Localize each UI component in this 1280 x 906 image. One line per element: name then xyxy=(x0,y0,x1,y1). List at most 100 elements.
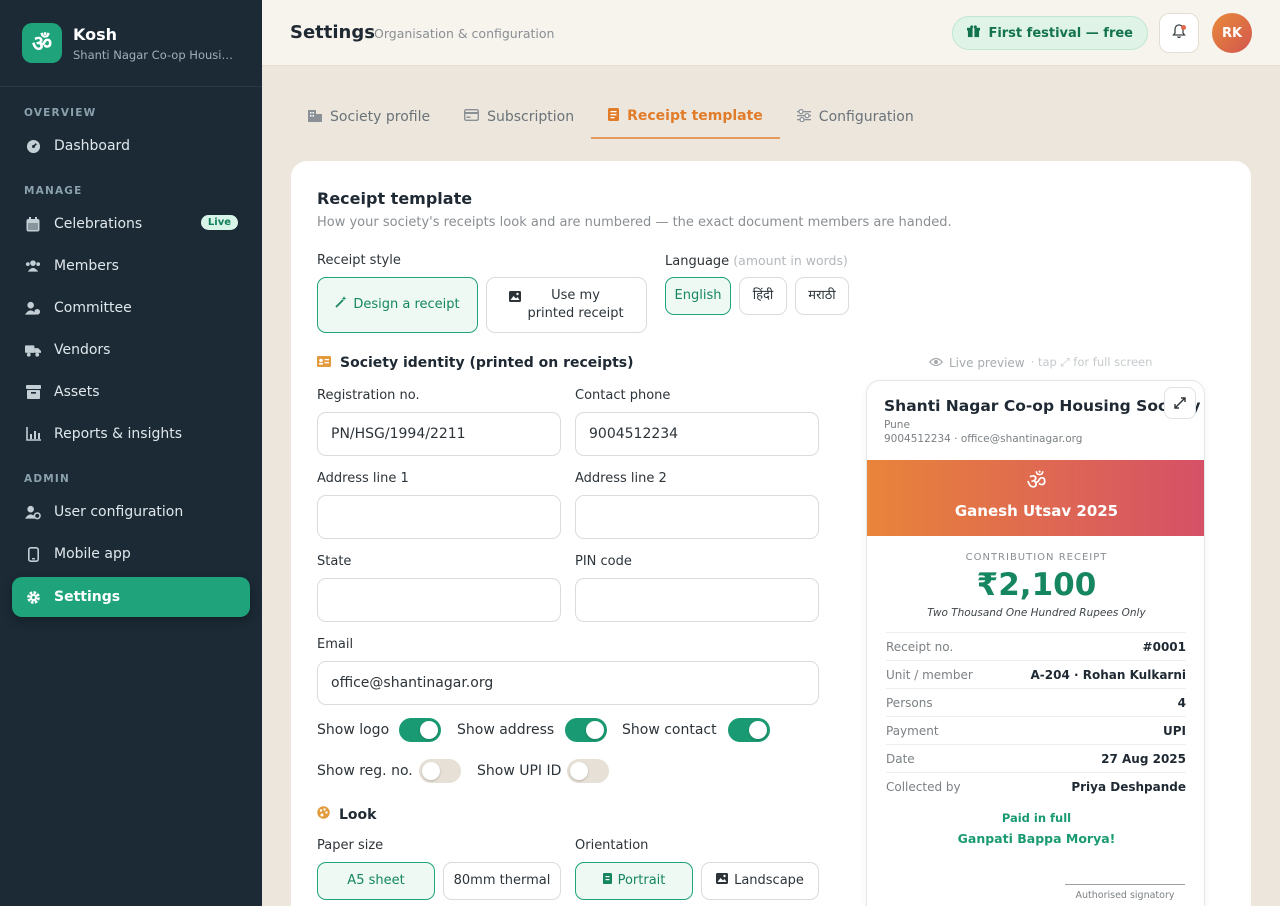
eye-icon xyxy=(928,356,944,370)
printed-receipt-option[interactable]: Use my printed receipt xyxy=(486,277,647,333)
brand[interactable]: ॐ Kosh Shanti Nagar Co-op Housin... xyxy=(22,23,233,63)
show-address-toggle[interactable] xyxy=(565,718,607,742)
sidebar-item-reports[interactable]: Reports & insights xyxy=(12,414,250,454)
registration-input[interactable]: PN/HSG/1994/2211 xyxy=(317,412,561,456)
fullscreen-button[interactable] xyxy=(1164,387,1196,419)
phone-icon xyxy=(25,546,41,562)
option-label: Landscape xyxy=(734,873,804,888)
email-input[interactable]: office@shantinagar.org xyxy=(317,661,819,705)
expand-icon xyxy=(1174,394,1186,413)
sidebar-item-members[interactable]: Members xyxy=(12,246,250,286)
contact-phone-label: Contact phone xyxy=(575,388,671,403)
magic-wand-icon xyxy=(335,296,347,314)
design-receipt-option[interactable]: Design a receipt xyxy=(317,277,478,333)
tab-label: Receipt template xyxy=(627,108,763,124)
image-icon xyxy=(509,290,521,308)
receipt-event-name: Ganesh Utsav 2025 xyxy=(954,502,1119,520)
sliders-icon xyxy=(796,108,811,126)
address-line-2-input[interactable] xyxy=(575,495,819,539)
language-english[interactable]: English xyxy=(665,277,731,315)
tab-receipt-template[interactable]: Receipt template xyxy=(591,95,780,139)
sidebar-item-mobile-app[interactable]: Mobile app xyxy=(12,534,250,574)
building-icon xyxy=(308,108,322,126)
receipt-icon xyxy=(608,107,620,125)
sidebar-item-label: Dashboard xyxy=(54,138,130,154)
language-hint: (amount in words) xyxy=(733,253,848,268)
receipt-amount-words: Two Thousand One Hundred Rupees Only xyxy=(927,607,1146,619)
sidebar-item-dashboard[interactable]: Dashboard xyxy=(12,126,250,166)
receipt-row: Receipt no. #0001 xyxy=(886,632,1186,660)
show-upi-id-toggle[interactable] xyxy=(567,759,609,783)
toggle-label: Show logo xyxy=(317,722,390,738)
sidebar-item-assets[interactable]: Assets xyxy=(12,372,250,412)
address-line-1-input[interactable] xyxy=(317,495,561,539)
receipt-template-card: Receipt template How your society's rece… xyxy=(291,161,1251,906)
paper-size-label: Paper size xyxy=(317,838,384,853)
sidebar-item-label: Committee xyxy=(54,300,132,316)
show-logo-toggle[interactable] xyxy=(399,718,441,742)
gift-icon xyxy=(967,24,981,42)
address-line-2-label: Address line 2 xyxy=(575,471,667,486)
live-badge: Live xyxy=(200,215,238,230)
receipt-preview[interactable]: Shanti Nagar Co-op Housing Society Pune … xyxy=(866,380,1205,906)
user-avatar[interactable]: RK xyxy=(1212,13,1252,53)
sidebar-item-settings[interactable]: Settings xyxy=(12,577,250,617)
top-header: Settings Organisation & configuration Fi… xyxy=(262,0,1280,66)
card-icon xyxy=(464,108,480,125)
orientation-label: Orientation xyxy=(575,838,649,853)
om-logo-icon: ॐ xyxy=(22,23,62,63)
show-reg-no-toggle[interactable] xyxy=(419,759,461,783)
email-label: Email xyxy=(317,637,354,652)
truck-icon xyxy=(25,342,41,358)
app-name: Kosh xyxy=(73,24,118,44)
promo-pill[interactable]: First festival — free xyxy=(952,16,1148,50)
paper-thermal-option[interactable]: 80mm thermal xyxy=(443,862,561,900)
notifications-button[interactable] xyxy=(1159,13,1199,53)
receipt-paid-status: Paid in full xyxy=(1001,811,1072,825)
show-contact-toggle[interactable] xyxy=(728,718,770,742)
contact-phone-input[interactable]: 9004512234 xyxy=(575,412,819,456)
sidebar-item-committee[interactable]: Committee xyxy=(12,288,250,328)
language-hindi[interactable]: हिंदी xyxy=(739,277,787,315)
live-preview-hint: Live preview · tap ⤢ for full screen xyxy=(928,355,1152,370)
orientation-portrait-option[interactable]: Portrait xyxy=(575,862,693,900)
receipt-row: Payment UPI xyxy=(886,716,1186,744)
tab-label: Subscription xyxy=(487,109,575,125)
receipt-row: Collected by Priya Deshpande xyxy=(886,772,1186,800)
sidebar-item-celebrations[interactable]: Celebrations Live xyxy=(12,204,250,244)
tab-configuration[interactable]: Configuration xyxy=(780,95,931,139)
tab-label: Configuration xyxy=(818,109,914,125)
committee-icon xyxy=(25,300,41,316)
sidebar-item-label: User configuration xyxy=(54,504,184,520)
receipt-amount: ₹2,100 xyxy=(976,567,1097,603)
language-marathi[interactable]: मराठी xyxy=(795,277,849,315)
nav-section-manage: MANAGE xyxy=(24,185,83,197)
user-gear-icon xyxy=(25,504,41,520)
registration-label: Registration no. xyxy=(317,388,420,403)
receipt-society-name: Shanti Nagar Co-op Housing Society xyxy=(884,397,1201,415)
om-symbol-icon: ॐ xyxy=(1026,470,1047,495)
look-heading: Look xyxy=(317,806,376,823)
sidebar-item-vendors[interactable]: Vendors xyxy=(12,330,250,370)
page-subtitle: Organisation & configuration xyxy=(374,26,555,41)
orientation-landscape-option[interactable]: Landscape xyxy=(701,862,819,900)
sidebar-divider xyxy=(0,86,262,87)
identity-heading: Society identity (printed on receipts) xyxy=(317,355,634,371)
page-title: Settings xyxy=(290,22,375,43)
promo-label: First festival — free xyxy=(988,25,1133,41)
tab-society-profile[interactable]: Society profile xyxy=(291,95,447,139)
org-name: Shanti Nagar Co-op Housin... xyxy=(73,47,233,62)
card-subtitle: How your society's receipts look and are… xyxy=(317,215,952,230)
paper-a5-option[interactable]: A5 sheet xyxy=(317,862,435,900)
sidebar-item-user-configuration[interactable]: User configuration xyxy=(12,492,250,532)
toggle-label: Show reg. no. xyxy=(317,763,413,779)
tab-label: Society profile xyxy=(330,109,431,125)
receipt-city: Pune xyxy=(884,419,910,431)
tab-subscription[interactable]: Subscription xyxy=(447,95,591,139)
pin-code-input[interactable] xyxy=(575,578,819,622)
chart-icon xyxy=(25,426,41,442)
state-input[interactable] xyxy=(317,578,561,622)
sidebar-item-label: Celebrations xyxy=(54,216,143,232)
notification-dot xyxy=(1181,25,1186,30)
toggle-label: Show contact xyxy=(622,722,717,738)
